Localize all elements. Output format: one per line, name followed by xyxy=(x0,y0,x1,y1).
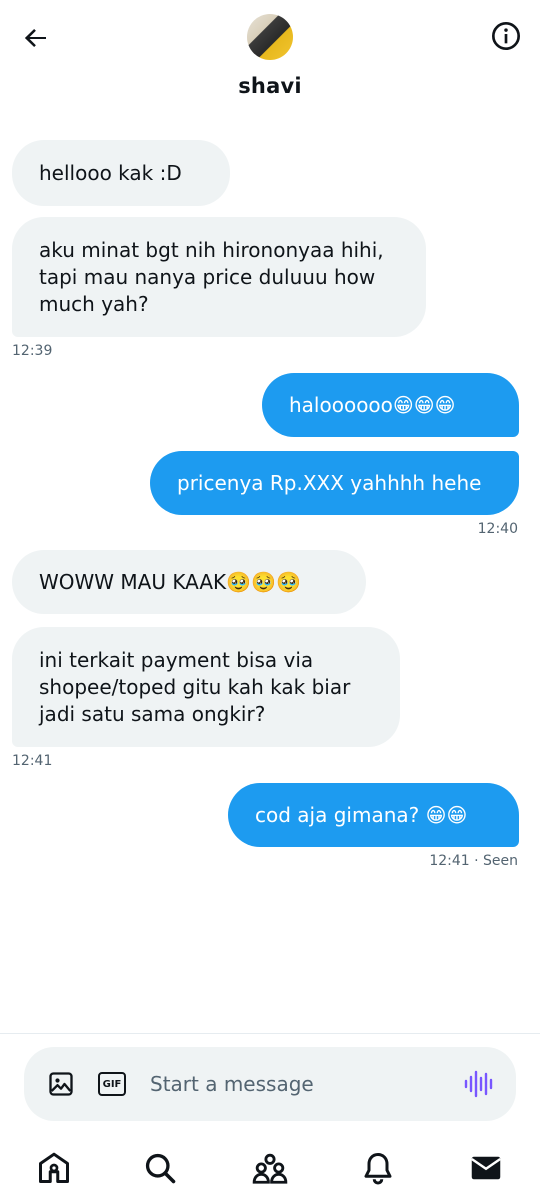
add-media-button[interactable] xyxy=(46,1069,76,1099)
message-line: tapi mau nanya price duluuu how xyxy=(39,264,376,289)
message-timestamp: 12:41 · Seen xyxy=(429,853,518,869)
tab-search[interactable] xyxy=(140,1148,180,1188)
message-timestamp: 12:40 xyxy=(477,521,518,537)
message-line: shopee/toped gitu kah kak biar xyxy=(39,674,351,699)
bottom-tab-bar xyxy=(0,1138,540,1200)
home-icon xyxy=(39,1152,69,1183)
voice-waveform-icon xyxy=(464,1070,493,1098)
incoming-message[interactable]: ini terkait payment bisa via shopee/tope… xyxy=(12,627,400,747)
incoming-message[interactable]: aku minat bgt nih hirononyaa hihi, tapi … xyxy=(12,217,426,337)
composer-divider xyxy=(0,1033,540,1034)
notifications-icon xyxy=(364,1153,392,1185)
conversation-header: shavi xyxy=(0,0,540,110)
communities-icon xyxy=(252,1153,288,1184)
message-line: much yah? xyxy=(39,291,149,316)
message-composer: GIF Start a message xyxy=(24,1047,516,1121)
message-timestamp: 12:41 xyxy=(12,753,53,769)
tab-communities[interactable] xyxy=(250,1148,290,1188)
incoming-message[interactable]: WOWW MAU KAAK🥹🥹🥹 xyxy=(12,550,366,614)
tab-notifications[interactable] xyxy=(358,1148,398,1188)
incoming-message[interactable]: hellooo kak :D xyxy=(12,140,230,206)
message-text: hellooo kak :D xyxy=(39,160,182,185)
image-icon xyxy=(49,1072,73,1096)
outgoing-message[interactable]: pricenya Rp.XXX yahhhh hehe xyxy=(150,451,519,515)
message-text: cod aja gimana? 😁😁 xyxy=(255,802,468,827)
message-text: haloooooo😁😁😁 xyxy=(289,392,456,417)
avatar[interactable] xyxy=(247,14,293,60)
gif-button[interactable]: GIF xyxy=(98,1072,126,1096)
messages-icon xyxy=(471,1156,501,1180)
message-input[interactable]: Start a message xyxy=(150,1072,314,1096)
arrow-left-icon xyxy=(24,29,46,47)
tab-home[interactable] xyxy=(34,1148,74,1188)
message-text: pricenya Rp.XXX yahhhh hehe xyxy=(177,470,482,495)
back-button[interactable] xyxy=(18,20,54,56)
message-timestamp: 12:39 xyxy=(12,343,53,359)
info-icon xyxy=(492,22,520,50)
conversation-name[interactable]: shavi xyxy=(0,74,540,98)
message-line: aku minat bgt nih hirononyaa hihi, xyxy=(39,237,384,262)
voice-message-button[interactable] xyxy=(462,1069,496,1099)
search-icon xyxy=(145,1153,176,1184)
message-line: ini terkait payment bisa via xyxy=(39,647,314,672)
tab-messages[interactable] xyxy=(466,1148,506,1188)
outgoing-message[interactable]: haloooooo😁😁😁 xyxy=(262,373,519,437)
message-text: WOWW MAU KAAK🥹🥹🥹 xyxy=(39,569,301,594)
info-button[interactable] xyxy=(488,18,524,54)
outgoing-message[interactable]: cod aja gimana? 😁😁 xyxy=(228,783,519,847)
message-line: jadi satu sama ongkir? xyxy=(39,701,266,726)
